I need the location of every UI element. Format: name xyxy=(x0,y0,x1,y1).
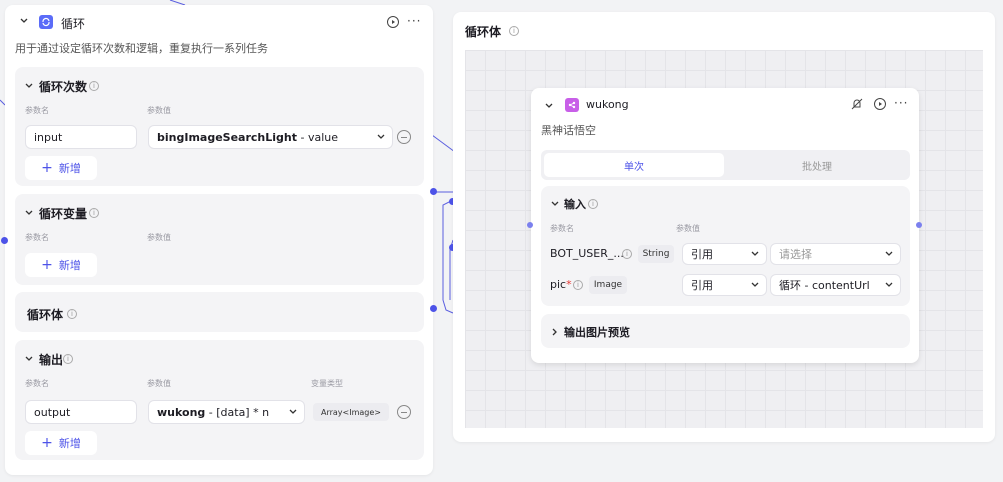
collapse-chevron-icon[interactable] xyxy=(24,353,34,367)
ref-field: - value xyxy=(297,130,339,144)
output-section: 输出 i 参数名 参数值 变量类型 output wukong - [data]… xyxy=(15,340,424,460)
output-port[interactable] xyxy=(430,188,437,195)
input-row-name: pic* xyxy=(550,278,572,291)
image-preview-title: 输出图片预览 xyxy=(564,326,630,339)
collapse-chevron-icon[interactable] xyxy=(24,207,34,221)
loop-icon xyxy=(39,15,53,29)
chevron-down-icon xyxy=(751,282,759,287)
ref-value-select[interactable]: 请选择 xyxy=(770,243,901,265)
chevron-down-icon xyxy=(377,134,385,139)
info-icon: i xyxy=(67,309,77,319)
output-title: 输出 xyxy=(39,353,64,367)
plus-icon: + xyxy=(41,160,53,176)
add-button[interactable]: + 新增 xyxy=(25,253,97,277)
required-mark: * xyxy=(566,278,572,291)
info-icon: i xyxy=(622,249,632,259)
col-param-value: 参数值 xyxy=(147,233,171,242)
ref-value-select[interactable]: 循环 - contentUrl xyxy=(770,274,901,296)
chevron-down-icon xyxy=(751,251,759,256)
collapse-chevron-icon[interactable] xyxy=(544,100,554,114)
add-button[interactable]: + 新增 xyxy=(25,431,97,455)
tab-batch[interactable]: 批处理 xyxy=(727,153,907,177)
plugin-icon xyxy=(565,98,579,112)
run-icon[interactable] xyxy=(874,98,886,110)
input-port[interactable] xyxy=(1,237,8,244)
info-icon: i xyxy=(89,81,99,91)
type-tag: Array<Image> xyxy=(313,403,389,421)
info-icon: i xyxy=(89,208,99,218)
loop-body-section: 循环体 i xyxy=(15,292,424,332)
collapse-chevron-icon[interactable] xyxy=(550,198,560,212)
ref-node-name: wukong xyxy=(157,405,206,419)
output-port[interactable] xyxy=(916,222,922,228)
plus-icon: + xyxy=(41,257,53,273)
add-button[interactable]: + 新增 xyxy=(25,156,97,180)
loop-count-section: 循环次数 i 参数名 参数值 input bingImageSearchLigh… xyxy=(15,67,424,186)
wukong-node[interactable]: wukong ··· 黑神话悟空 单次 批处理 输入 i 参数名 参数值 BOT… xyxy=(531,88,919,363)
col-param-value: 参数值 xyxy=(676,224,700,233)
type-tag: String xyxy=(638,245,674,263)
tab-single[interactable]: 单次 xyxy=(544,153,724,177)
loop-count-title: 循环次数 xyxy=(39,80,88,94)
col-var-type: 变量类型 xyxy=(311,379,343,388)
chevron-down-icon xyxy=(885,251,893,256)
input-row-name: BOT_USER_... xyxy=(550,247,624,260)
loop-vars-section: 循环变量 i 参数名 参数值 + 新增 xyxy=(15,194,424,285)
col-param-name: 参数名 xyxy=(25,379,49,388)
loop-node[interactable]: 循环 ··· 用于通过设定循环次数和逻辑，重复执行一系列任务 循环次数 i 参数… xyxy=(5,5,433,475)
info-icon: i xyxy=(588,199,598,209)
plus-icon: + xyxy=(41,435,53,451)
loop-node-title: 循环 xyxy=(61,17,86,31)
mode-tabs: 单次 批处理 xyxy=(541,150,910,180)
input-title: 输入 xyxy=(564,198,586,211)
col-param-name: 参数名 xyxy=(550,224,574,233)
col-param-value: 参数值 xyxy=(147,106,171,115)
loop-vars-title: 循环变量 xyxy=(39,207,88,221)
run-icon[interactable] xyxy=(387,16,399,28)
type-tag: Image xyxy=(589,276,627,294)
bell-off-icon[interactable] xyxy=(851,98,863,113)
loop-body-title: 循环体 xyxy=(27,308,64,322)
loop-body-container-title: 循环体 xyxy=(465,25,502,39)
output-name-input[interactable]: output xyxy=(25,400,137,424)
chevron-down-icon xyxy=(885,282,893,287)
info-icon: i xyxy=(573,280,583,290)
wukong-node-description: 黑神话悟空 xyxy=(541,124,596,137)
more-icon[interactable]: ··· xyxy=(894,96,908,110)
output-port[interactable] xyxy=(430,305,437,312)
input-section: 输入 i 参数名 参数值 BOT_USER_... i String 引用 请选… xyxy=(541,186,910,306)
col-param-name: 参数名 xyxy=(25,106,49,115)
col-param-name: 参数名 xyxy=(25,233,49,242)
ref-field: - [data] * n xyxy=(205,405,270,419)
loop-node-description: 用于通过设定循环次数和逻辑，重复执行一系列任务 xyxy=(15,42,268,55)
param-name-input[interactable]: input xyxy=(25,125,137,149)
ref-mode-select[interactable]: 引用 xyxy=(682,274,767,296)
wukong-node-title: wukong xyxy=(586,98,629,111)
ref-mode-select[interactable]: 引用 xyxy=(682,243,767,265)
param-value-select[interactable]: bingImageSearchLight - value xyxy=(148,125,393,149)
more-icon[interactable]: ··· xyxy=(407,14,421,28)
col-param-value: 参数值 xyxy=(147,379,171,388)
collapse-chevron-icon[interactable] xyxy=(24,80,34,94)
info-icon: i xyxy=(509,26,519,36)
ref-node-name: bingImageSearchLight xyxy=(157,130,297,144)
collapse-chevron-icon[interactable] xyxy=(19,15,29,29)
remove-icon[interactable] xyxy=(397,405,411,419)
image-preview-section[interactable]: 输出图片预览 xyxy=(541,314,910,348)
chevron-right-icon[interactable] xyxy=(550,326,560,340)
chevron-down-icon xyxy=(289,409,297,414)
input-port[interactable] xyxy=(527,222,533,228)
info-icon: i xyxy=(63,354,73,364)
output-value-select[interactable]: wukong - [data] * n xyxy=(148,400,305,424)
remove-icon[interactable] xyxy=(397,130,411,144)
